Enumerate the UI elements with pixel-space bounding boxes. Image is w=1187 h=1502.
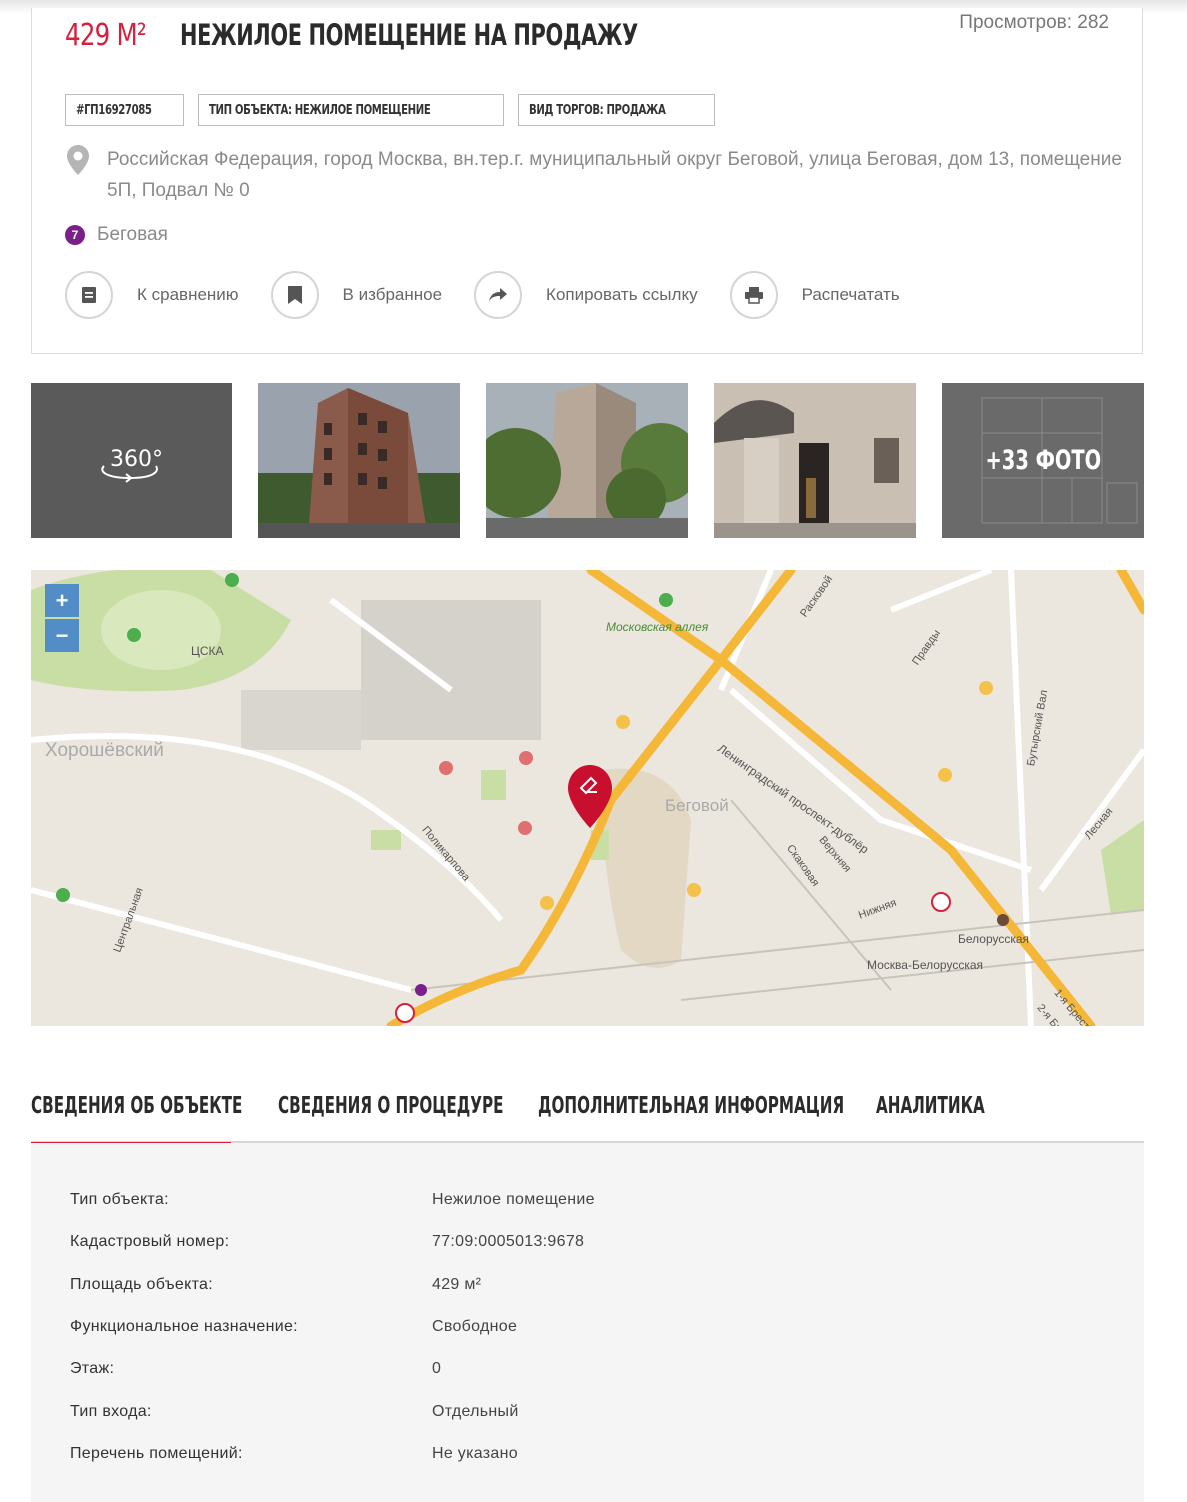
detail-row: Тип объекта: Нежилое помещение <box>70 1185 595 1215</box>
photo-thumbnail-3[interactable] <box>714 383 916 538</box>
compare-icon <box>65 271 113 319</box>
detail-row: Кадастровый номер: 77:09:0005013:9678 <box>70 1227 584 1257</box>
map-label-cska: ЦСКА <box>191 644 224 658</box>
zoom-out-button[interactable]: − <box>45 619 79 652</box>
panorama-360-icon: 360° <box>100 447 163 483</box>
location-map[interactable]: + − ЦСКА Хорошёвский Беговой Московская … <box>31 570 1144 1026</box>
tag-trade-type[interactable]: ВИД ТОРГОВ: ПРОДАЖА <box>517 94 715 126</box>
object-details: Тип объекта: Нежилое помещение Кадастров… <box>31 1143 1144 1502</box>
photo-gallery: 360° +33 ФОТО <box>31 383 1144 538</box>
title-row: 429 М² НЕЖИЛОЕ ПОМЕЩЕНИЕ НА ПРОДАЖУ <box>65 18 816 53</box>
favorite-button[interactable]: В избранное <box>270 271 442 319</box>
metro-station-name: Беговая <box>97 224 168 245</box>
detail-key: Тип объекта: <box>70 1191 169 1208</box>
print-button[interactable]: Распечатать <box>729 271 900 319</box>
map-zoom-controls: + − <box>45 584 79 652</box>
map-label-moskovskaya-alleya: Московская аллея <box>606 620 709 634</box>
detail-value: Свободное <box>432 1318 518 1335</box>
detail-value: 429 м² <box>432 1276 482 1293</box>
tag-list: #ГП16927085 ТИП ОБЪЕКТА: НЕЖИЛОЕ ПОМЕЩЕН… <box>65 94 715 126</box>
svg-text:360°: 360° <box>110 447 163 472</box>
print-icon <box>729 271 778 319</box>
more-photos-tile[interactable]: +33 ФОТО <box>942 383 1144 538</box>
tag-lot-id[interactable]: #ГП16927085 <box>65 94 184 126</box>
listing-title: НЕЖИЛОЕ ПОМЕЩЕНИЕ НА ПРОДАЖУ <box>180 18 638 52</box>
building-photo-2 <box>486 383 688 538</box>
detail-value: 77:09:0005013:9678 <box>432 1233 585 1250</box>
address-text: Российская Федерация, город Москва, вн.т… <box>107 149 1122 201</box>
detail-key: Кадастровый номер: <box>70 1233 230 1250</box>
bookmark-icon <box>270 271 319 319</box>
location-pin-icon <box>67 145 89 175</box>
detail-key: Функциональное назначение: <box>70 1318 298 1335</box>
listing-header-card: 429 М² НЕЖИЛОЕ ПОМЕЩЕНИЕ НА ПРОДАЖУ Прос… <box>31 8 1143 354</box>
map-label-begovoy: Беговой <box>665 796 729 815</box>
detail-row: Функциональное назначение: Свободное <box>70 1312 517 1342</box>
info-tabs: СВЕДЕНИЯ ОБ ОБЪЕКТЕ СВЕДЕНИЯ О ПРОЦЕДУРЕ… <box>31 1093 1144 1145</box>
detail-row: Тип входа: Отдельный <box>70 1397 519 1427</box>
metro-line-badge: 7 <box>65 225 85 245</box>
compare-button[interactable]: К сравнению <box>65 271 239 319</box>
entrance-photo <box>714 383 916 538</box>
detail-key: Этаж: <box>70 1360 115 1377</box>
address: Российская Федерация, город Москва, вн.т… <box>65 144 1125 206</box>
photo-thumbnail-2[interactable] <box>486 383 688 538</box>
action-bar: К сравнению В избранное Копировать ссылк… <box>65 271 932 319</box>
detail-row: Площадь объекта: 429 м² <box>70 1270 481 1300</box>
copy-link-button[interactable]: Копировать ссылку <box>474 271 698 319</box>
detail-value: 0 <box>432 1360 442 1377</box>
views-counter: Просмотров: 282 <box>959 12 1109 33</box>
tag-object-type[interactable]: ТИП ОБЪЕКТА: НЕЖИЛОЕ ПОМЕЩЕНИЕ <box>197 94 504 126</box>
detail-key: Перечень помещений: <box>70 1445 243 1462</box>
detail-row: Этаж: 0 <box>70 1354 441 1384</box>
tab-analytics[interactable]: АНАЛИТИКА <box>876 1093 1041 1143</box>
detail-row: Перечень помещений: Не указано <box>70 1439 518 1469</box>
listing-area: 429 М² <box>65 18 147 53</box>
map-label-moskva-belorusskaya: Москва-Белорусская <box>867 958 984 972</box>
detail-key: Тип входа: <box>70 1403 152 1420</box>
detail-value: Отдельный <box>432 1403 519 1420</box>
building-photo-1 <box>258 383 460 538</box>
share-icon <box>474 271 523 319</box>
photo-thumbnail-1[interactable] <box>258 383 460 538</box>
zoom-in-button[interactable]: + <box>45 584 79 617</box>
panorama-tile[interactable]: 360° <box>31 383 232 538</box>
map-label-belorusskaya: Белорусская <box>958 932 1030 946</box>
map-label-khoroshevsky: Хорошёвский <box>45 740 164 761</box>
metro-station: 7 Беговая <box>65 224 168 246</box>
detail-key: Площадь объекта: <box>70 1276 213 1293</box>
detail-value: Нежилое помещение <box>432 1191 595 1208</box>
detail-value: Не указано <box>432 1445 518 1462</box>
